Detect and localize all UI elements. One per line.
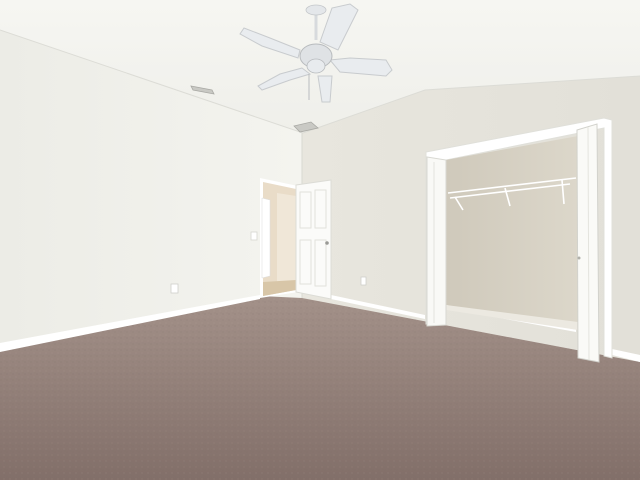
electrical-outlet-icon <box>170 283 179 294</box>
bedroom-photo <box>0 0 640 480</box>
light-switch-icon[interactable] <box>250 231 258 241</box>
closet-bifold-door-right[interactable] <box>576 123 600 363</box>
closet-bifold-door-left[interactable] <box>426 156 447 327</box>
electrical-outlet-icon <box>360 276 367 286</box>
interior-door[interactable] <box>295 179 332 300</box>
hallway-doorway <box>260 178 298 298</box>
door-knob-icon[interactable] <box>325 241 329 245</box>
